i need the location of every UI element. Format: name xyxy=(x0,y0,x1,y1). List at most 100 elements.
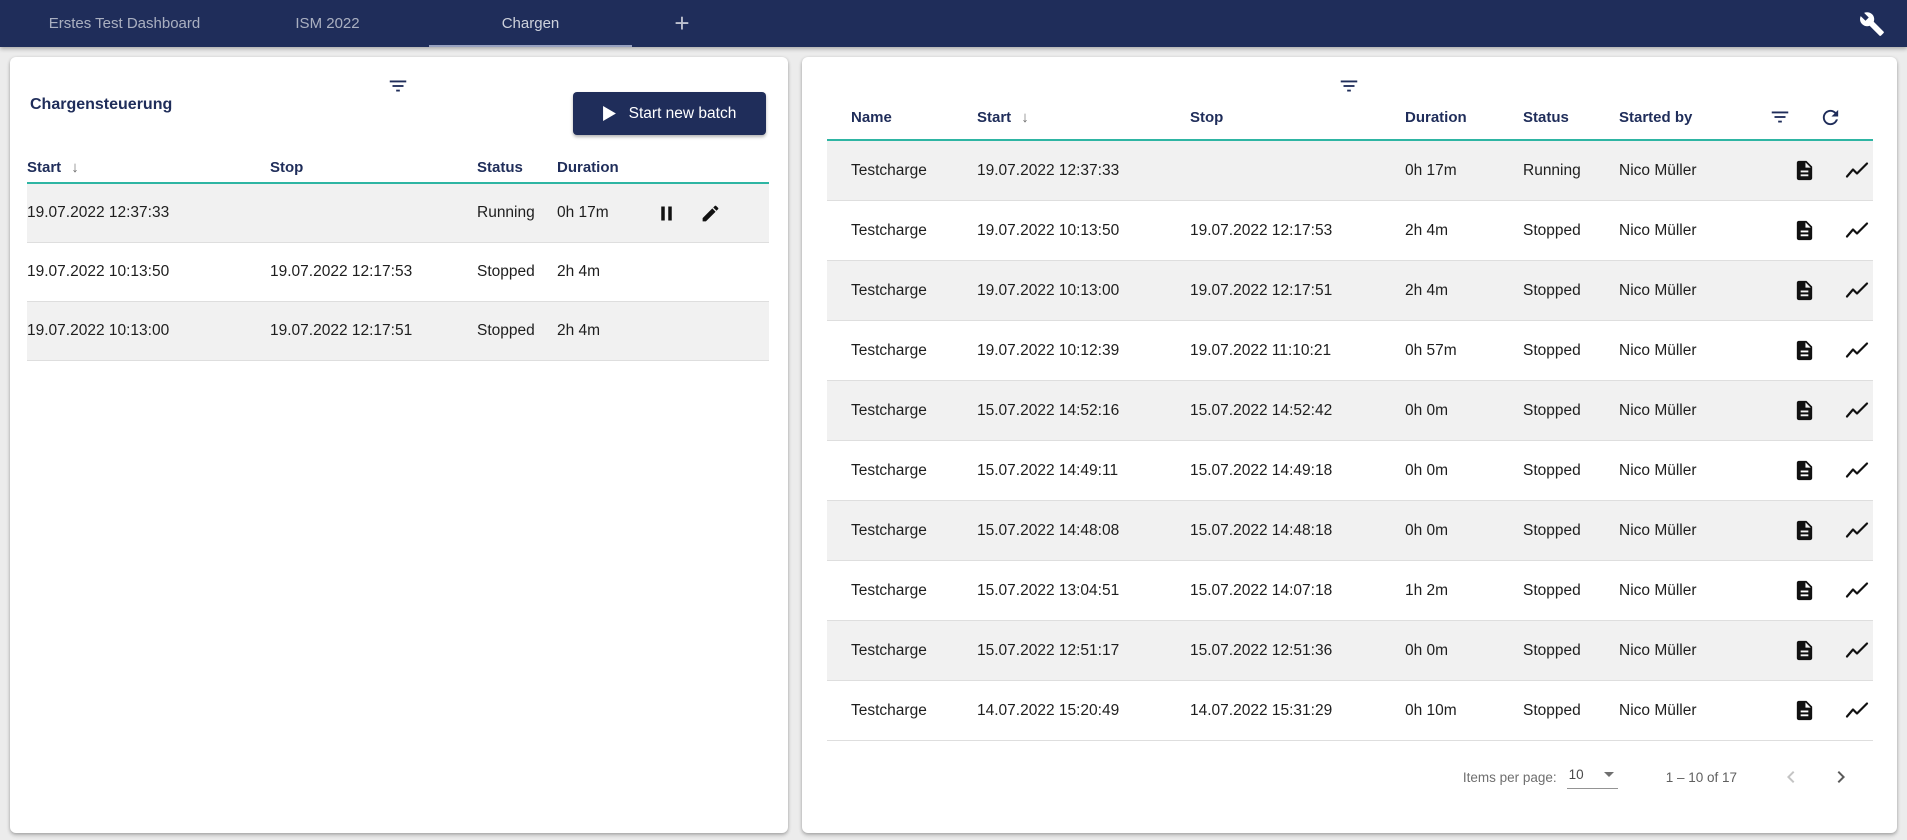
start-new-batch-label: Start new batch xyxy=(629,105,737,123)
settings-wrench-icon[interactable] xyxy=(1859,11,1885,37)
row-actions xyxy=(1761,639,1873,662)
column-header-stop[interactable]: Stop xyxy=(270,159,477,176)
trend-chart-button[interactable] xyxy=(1845,281,1869,300)
column-header-name[interactable]: Name xyxy=(827,109,977,126)
panel-title: Chargensteuerung xyxy=(30,96,172,114)
refresh-icon[interactable] xyxy=(1819,106,1842,129)
report-document-button[interactable] xyxy=(1793,399,1816,422)
cell-status: Stopped xyxy=(1523,222,1619,240)
document-icon xyxy=(1793,699,1816,722)
filter-icon[interactable] xyxy=(387,75,409,102)
document-icon xyxy=(1793,219,1816,242)
batch-control-row[interactable]: 19.07.2022 12:37:33 Running 0h 17m xyxy=(27,184,769,243)
column-header-stop[interactable]: Stop xyxy=(1190,109,1405,126)
cell-start: 19.07.2022 10:13:00 xyxy=(977,282,1190,300)
batch-history-row[interactable]: Testcharge 19.07.2022 12:37:33 0h 17m Ru… xyxy=(827,141,1873,201)
trend-chart-button[interactable] xyxy=(1845,581,1869,600)
trend-line-icon xyxy=(1845,341,1869,360)
items-per-page-value: 10 xyxy=(1569,767,1584,782)
report-document-button[interactable] xyxy=(1793,459,1816,482)
cell-duration: 0h 17m xyxy=(1405,162,1523,180)
trend-chart-button[interactable] xyxy=(1845,161,1869,180)
cell-status: Running xyxy=(1523,162,1619,180)
cell-stop: 15.07.2022 14:48:18 xyxy=(1190,522,1405,540)
tab-ism-2022[interactable]: ISM 2022 xyxy=(226,0,429,47)
trend-line-icon xyxy=(1845,281,1869,300)
items-per-page-select[interactable]: 10 xyxy=(1567,765,1618,789)
cell-start: 14.07.2022 15:20:49 xyxy=(977,702,1190,720)
batch-history-table: Name Start↓ Stop Duration Status Started… xyxy=(827,95,1873,741)
tab-label: Erstes Test Dashboard xyxy=(49,15,200,32)
column-header-status[interactable]: Status xyxy=(1523,109,1619,126)
trend-chart-button[interactable] xyxy=(1845,221,1869,240)
batch-history-row[interactable]: Testcharge 15.07.2022 12:51:17 15.07.202… xyxy=(827,621,1873,681)
report-document-button[interactable] xyxy=(1793,519,1816,542)
cell-stop: 19.07.2022 12:17:51 xyxy=(1190,282,1405,300)
column-header-started-by[interactable]: Started by xyxy=(1619,109,1761,126)
pause-button[interactable] xyxy=(656,203,677,224)
cell-status: Stopped xyxy=(477,263,557,281)
batch-control-row[interactable]: 19.07.2022 10:13:00 19.07.2022 12:17:51 … xyxy=(27,302,769,361)
filter-icon[interactable] xyxy=(1769,106,1791,128)
batch-history-row[interactable]: Testcharge 15.07.2022 13:04:51 15.07.202… xyxy=(827,561,1873,621)
previous-page-button[interactable] xyxy=(1779,765,1803,789)
report-document-button[interactable] xyxy=(1793,699,1816,722)
tab-erstes-test-dashboard[interactable]: Erstes Test Dashboard xyxy=(23,0,226,47)
cell-duration: 1h 2m xyxy=(1405,582,1523,600)
plus-icon: + xyxy=(674,8,689,39)
cell-name: Testcharge xyxy=(827,342,977,360)
add-tab-button[interactable]: + xyxy=(632,0,732,47)
column-header-start[interactable]: Start↓ xyxy=(977,109,1190,126)
batch-history-row[interactable]: Testcharge 15.07.2022 14:49:11 15.07.202… xyxy=(827,441,1873,501)
cell-started-by: Nico Müller xyxy=(1619,162,1761,180)
trend-line-icon xyxy=(1845,701,1869,720)
report-document-button[interactable] xyxy=(1793,219,1816,242)
next-page-button[interactable] xyxy=(1829,765,1853,789)
batch-history-row[interactable]: Testcharge 15.07.2022 14:48:08 15.07.202… xyxy=(827,501,1873,561)
report-document-button[interactable] xyxy=(1793,579,1816,602)
report-document-button[interactable] xyxy=(1793,639,1816,662)
cell-stop: 14.07.2022 15:31:29 xyxy=(1190,702,1405,720)
document-icon xyxy=(1793,579,1816,602)
cell-name: Testcharge xyxy=(827,522,977,540)
report-document-button[interactable] xyxy=(1793,339,1816,362)
row-actions xyxy=(1761,219,1873,242)
pencil-icon xyxy=(700,203,721,224)
cell-duration: 2h 4m xyxy=(1405,222,1523,240)
cell-start: 19.07.2022 10:12:39 xyxy=(977,342,1190,360)
column-header-duration[interactable]: Duration xyxy=(1405,109,1523,126)
table-header-row: Start↓ Stop Status Duration xyxy=(27,153,769,184)
document-icon xyxy=(1793,279,1816,302)
document-icon xyxy=(1793,339,1816,362)
items-per-page-label: Items per page: xyxy=(1463,770,1557,785)
batch-history-row[interactable]: Testcharge 19.07.2022 10:13:00 19.07.202… xyxy=(827,261,1873,321)
trend-chart-button[interactable] xyxy=(1845,641,1869,660)
trend-chart-button[interactable] xyxy=(1845,701,1869,720)
edit-button[interactable] xyxy=(700,203,721,224)
sort-descending-icon: ↓ xyxy=(71,159,79,176)
cell-stop: 19.07.2022 11:10:21 xyxy=(1190,342,1405,360)
batch-history-row[interactable]: Testcharge 15.07.2022 14:52:16 15.07.202… xyxy=(827,381,1873,441)
trend-chart-button[interactable] xyxy=(1845,521,1869,540)
cell-stop: 15.07.2022 14:49:18 xyxy=(1190,462,1405,480)
cell-duration: 2h 4m xyxy=(557,322,650,340)
column-header-start[interactable]: Start↓ xyxy=(27,159,270,176)
trend-chart-button[interactable] xyxy=(1845,401,1869,420)
batch-history-row[interactable]: Testcharge 19.07.2022 10:13:50 19.07.202… xyxy=(827,201,1873,261)
cell-stop: 19.07.2022 12:17:51 xyxy=(270,322,477,340)
trend-chart-button[interactable] xyxy=(1845,461,1869,480)
report-document-button[interactable] xyxy=(1793,279,1816,302)
start-new-batch-button[interactable]: Start new batch xyxy=(573,92,766,135)
document-icon xyxy=(1793,639,1816,662)
cell-start: 15.07.2022 14:49:11 xyxy=(977,462,1190,480)
batch-history-row[interactable]: Testcharge 14.07.2022 15:20:49 14.07.202… xyxy=(827,681,1873,741)
report-document-button[interactable] xyxy=(1793,159,1816,182)
tab-chargen[interactable]: Chargen xyxy=(429,0,632,47)
column-header-duration[interactable]: Duration xyxy=(557,159,650,176)
cell-started-by: Nico Müller xyxy=(1619,222,1761,240)
chevron-right-icon xyxy=(1829,765,1853,789)
batch-control-row[interactable]: 19.07.2022 10:13:50 19.07.2022 12:17:53 … xyxy=(27,243,769,302)
column-header-status[interactable]: Status xyxy=(477,159,557,176)
trend-chart-button[interactable] xyxy=(1845,341,1869,360)
batch-history-row[interactable]: Testcharge 19.07.2022 10:12:39 19.07.202… xyxy=(827,321,1873,381)
